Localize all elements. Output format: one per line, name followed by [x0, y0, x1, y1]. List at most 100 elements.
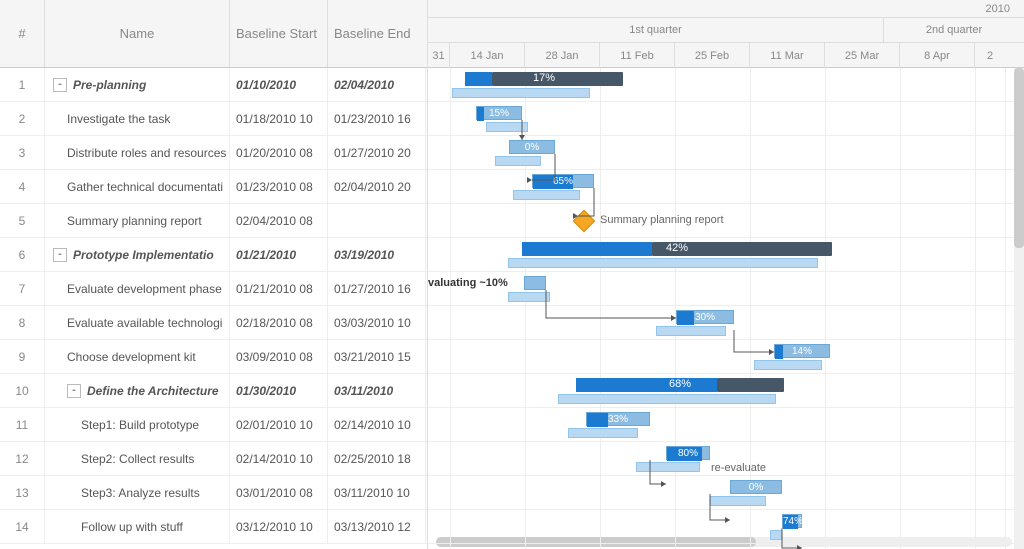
date-column-header[interactable]: 28 Jan [525, 43, 600, 68]
task-name-cell[interactable]: -Define the Architecture [45, 374, 230, 407]
task-bar[interactable] [524, 276, 546, 290]
baseline-start-cell[interactable]: 03/09/2010 08 [230, 340, 328, 373]
task-name-cell[interactable]: Step2: Collect results [45, 442, 230, 475]
task-bar[interactable]: 30% [676, 310, 734, 324]
baseline-end-cell[interactable] [328, 204, 426, 237]
baseline-end-cell[interactable]: 02/14/2010 10 [328, 408, 426, 441]
baseline-bar[interactable] [452, 88, 590, 98]
task-bar[interactable]: 14% [774, 344, 830, 358]
table-row[interactable]: 11Step1: Build prototype02/01/2010 1002/… [0, 408, 427, 442]
baseline-end-cell[interactable]: 03/19/2010 [328, 238, 426, 271]
baseline-end-cell[interactable]: 03/13/2010 12 [328, 510, 426, 543]
table-row[interactable]: 1-Pre-planning01/10/201002/04/2010 [0, 68, 427, 102]
baseline-end-cell[interactable]: 03/21/2010 15 [328, 340, 426, 373]
baseline-start-cell[interactable]: 02/04/2010 08 [230, 204, 328, 237]
baseline-bar[interactable] [770, 530, 782, 540]
summary-bar[interactable] [652, 242, 832, 256]
table-row[interactable]: 2Investigate the task01/18/2010 1001/23/… [0, 102, 427, 136]
collapse-icon[interactable]: - [67, 384, 81, 398]
table-row[interactable]: 6-Prototype Implementatio01/21/201003/19… [0, 238, 427, 272]
task-name-cell[interactable]: Summary planning report [45, 204, 230, 237]
task-name-cell[interactable]: Evaluate development phase [45, 272, 230, 305]
date-column-header[interactable]: 25 Feb [675, 43, 750, 68]
task-name-cell[interactable]: Evaluate available technologi [45, 306, 230, 339]
task-bar[interactable]: 33% [586, 412, 650, 426]
date-column-header[interactable]: 11 Feb [600, 43, 675, 68]
task-name-cell[interactable]: Gather technical documentati [45, 170, 230, 203]
vertical-scroll-thumb[interactable] [1014, 68, 1024, 248]
task-name-cell[interactable]: Investigate the task [45, 102, 230, 135]
baseline-start-cell[interactable]: 01/20/2010 08 [230, 136, 328, 169]
task-name-cell[interactable]: Step1: Build prototype [45, 408, 230, 441]
baseline-bar[interactable] [495, 156, 541, 166]
task-name-cell[interactable]: -Pre-planning [45, 68, 230, 101]
baseline-start-cell[interactable]: 03/01/2010 08 [230, 476, 328, 509]
summary-bar[interactable] [492, 72, 623, 86]
task-name-cell[interactable]: Follow up with stuff [45, 510, 230, 543]
date-column-header[interactable]: 25 Mar [825, 43, 900, 68]
table-row[interactable]: 10-Define the Architecture01/30/201003/1… [0, 374, 427, 408]
table-row[interactable]: 7Evaluate development phase01/21/2010 08… [0, 272, 427, 306]
baseline-end-cell[interactable]: 02/04/2010 20 [328, 170, 426, 203]
baseline-start-cell[interactable]: 02/01/2010 10 [230, 408, 328, 441]
baseline-bar[interactable] [636, 462, 700, 472]
baseline-bar[interactable] [754, 360, 822, 370]
baseline-start-cell[interactable]: 01/10/2010 [230, 68, 328, 101]
task-bar[interactable]: 15% [476, 106, 522, 120]
task-name-cell[interactable]: Choose development kit [45, 340, 230, 373]
col-header-name[interactable]: Name [45, 0, 230, 67]
date-column-header[interactable]: 2 [975, 43, 1005, 68]
table-row[interactable]: 14Follow up with stuff03/12/2010 1003/13… [0, 510, 427, 544]
table-row[interactable]: 3Distribute roles and resources01/20/201… [0, 136, 427, 170]
gantt-chart[interactable]: 17%42%68%15%0%65%30%14%33%80%0%74%Summar… [428, 68, 1024, 549]
quarter-2[interactable]: 2nd quarter [884, 18, 1024, 42]
date-column-header[interactable]: 8 Apr [900, 43, 975, 68]
task-bar[interactable]: 0% [730, 480, 782, 494]
baseline-bar[interactable] [710, 496, 766, 506]
task-bar[interactable]: 74% [782, 514, 802, 528]
baseline-bar[interactable] [486, 122, 528, 132]
table-row[interactable]: 5Summary planning report02/04/2010 08 [0, 204, 427, 238]
task-name-cell[interactable]: Step3: Analyze results [45, 476, 230, 509]
baseline-end-cell[interactable]: 01/23/2010 16 [328, 102, 426, 135]
baseline-bar[interactable] [568, 428, 638, 438]
baseline-end-cell[interactable]: 01/27/2010 16 [328, 272, 426, 305]
baseline-start-cell[interactable]: 02/14/2010 10 [230, 442, 328, 475]
baseline-end-cell[interactable]: 01/27/2010 20 [328, 136, 426, 169]
table-row[interactable]: 8Evaluate available technologi02/18/2010… [0, 306, 427, 340]
table-row[interactable]: 13Step3: Analyze results03/01/2010 0803/… [0, 476, 427, 510]
baseline-end-cell[interactable]: 03/11/2010 10 [328, 476, 426, 509]
summary-bar[interactable] [717, 378, 784, 392]
table-row[interactable]: 4Gather technical documentati01/23/2010 … [0, 170, 427, 204]
date-column-header[interactable]: 31 [428, 43, 450, 68]
table-row[interactable]: 9Choose development kit03/09/2010 0803/2… [0, 340, 427, 374]
baseline-bar[interactable] [558, 394, 776, 404]
baseline-bar[interactable] [508, 258, 818, 268]
baseline-start-cell[interactable]: 02/18/2010 08 [230, 306, 328, 339]
task-bar[interactable]: 65% [532, 174, 594, 188]
collapse-icon[interactable]: - [53, 248, 67, 262]
col-header-baseline-start[interactable]: Baseline Start [230, 0, 328, 67]
baseline-start-cell[interactable]: 01/21/2010 08 [230, 272, 328, 305]
baseline-start-cell[interactable]: 03/12/2010 10 [230, 510, 328, 543]
task-name-cell[interactable]: -Prototype Implementatio [45, 238, 230, 271]
baseline-start-cell[interactable]: 01/18/2010 10 [230, 102, 328, 135]
baseline-bar[interactable] [513, 190, 580, 200]
date-column-header[interactable]: 14 Jan [450, 43, 525, 68]
baseline-end-cell[interactable]: 02/04/2010 [328, 68, 426, 101]
baseline-end-cell[interactable]: 03/11/2010 [328, 374, 426, 407]
quarter-1[interactable]: 1st quarter [428, 18, 884, 42]
col-header-number[interactable]: # [0, 0, 45, 67]
baseline-end-cell[interactable]: 02/25/2010 18 [328, 442, 426, 475]
date-column-header[interactable]: 11 Mar [750, 43, 825, 68]
collapse-icon[interactable]: - [53, 78, 67, 92]
col-header-baseline-end[interactable]: Baseline End [328, 0, 426, 67]
task-bar[interactable]: 80% [666, 446, 710, 460]
table-row[interactable]: 12Step2: Collect results02/14/2010 1002/… [0, 442, 427, 476]
baseline-start-cell[interactable]: 01/21/2010 [230, 238, 328, 271]
task-bar[interactable]: 0% [509, 140, 555, 154]
vertical-scrollbar[interactable] [1014, 68, 1024, 549]
baseline-bar[interactable] [508, 292, 550, 302]
baseline-start-cell[interactable]: 01/30/2010 [230, 374, 328, 407]
baseline-end-cell[interactable]: 03/03/2010 10 [328, 306, 426, 339]
